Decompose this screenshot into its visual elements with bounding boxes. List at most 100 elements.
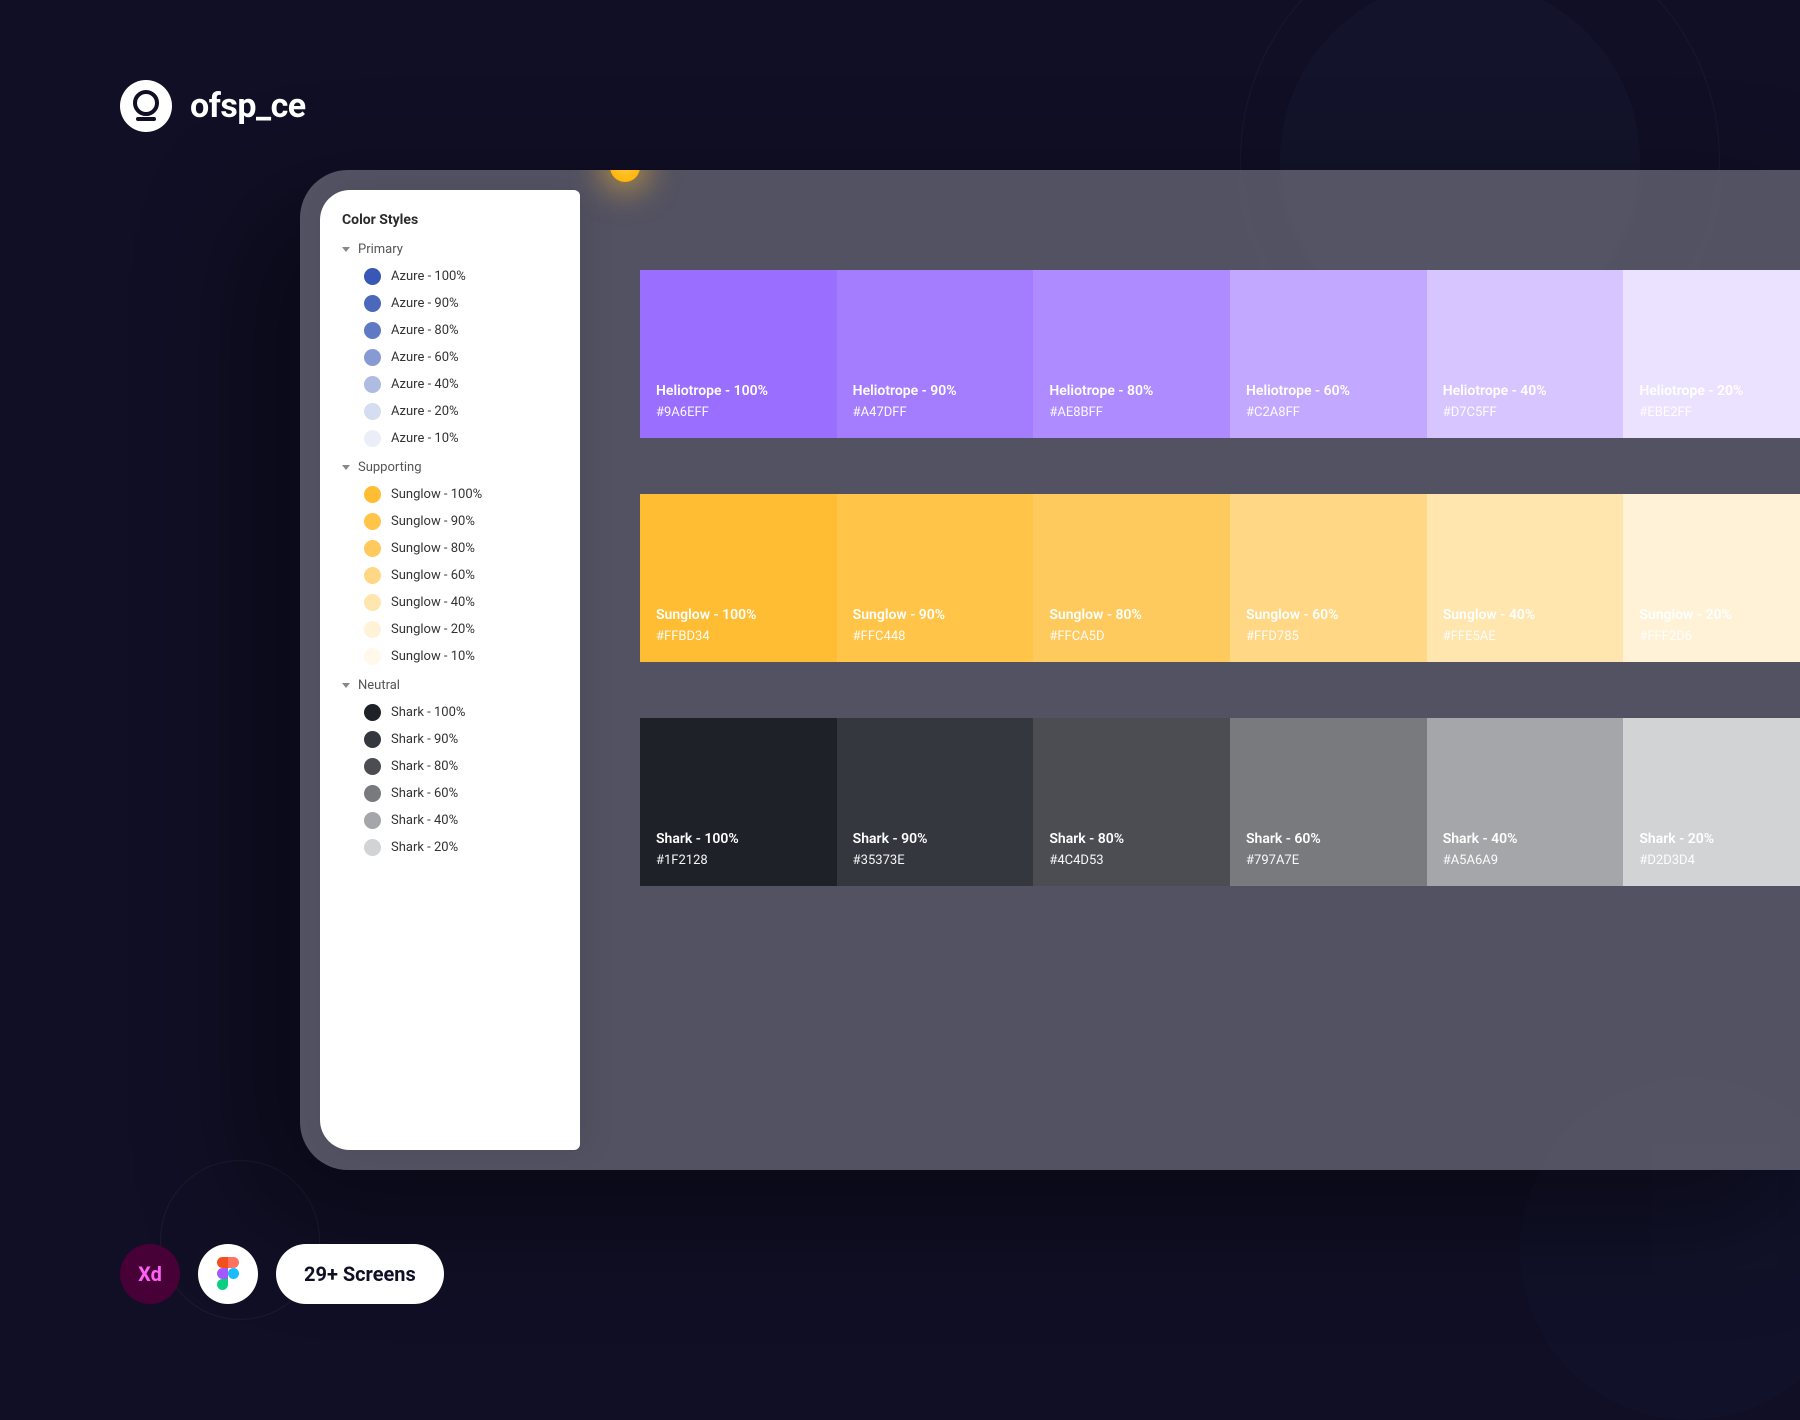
swatch[interactable]: Heliotrope - 100%#9A6EFF	[640, 270, 837, 438]
swatch[interactable]: Shark - 20%#D2D3D4	[1623, 718, 1800, 886]
swatch[interactable]: Shark - 60%#797A7E	[1230, 718, 1427, 886]
color-style-item[interactable]: Sunglow - 100%	[342, 481, 566, 508]
swatch-label: Sunglow - 20%	[1639, 607, 1800, 623]
color-swatch-icon	[364, 758, 381, 775]
swatch[interactable]: Shark - 90%#35373E	[837, 718, 1034, 886]
color-swatch-icon	[364, 812, 381, 829]
swatch[interactable]: Heliotrope - 90%#A47DFF	[837, 270, 1034, 438]
swatch-hex: #A47DFF	[853, 405, 1018, 420]
swatch-hex: #C2A8FF	[1246, 405, 1411, 420]
group-label: Primary	[358, 242, 403, 257]
color-style-item[interactable]: Sunglow - 90%	[342, 508, 566, 535]
swatch[interactable]: Shark - 40% #A5A6A9	[1427, 718, 1624, 886]
group-header-supporting[interactable]: Supporting	[342, 460, 566, 475]
swatch-label: Sunglow - 60%	[1246, 607, 1411, 623]
color-swatch-icon	[364, 430, 381, 447]
swatch[interactable]: Sunglow - 60% #FFD785	[1230, 494, 1427, 662]
swatch[interactable]: Heliotrope - 60%#C2A8FF	[1230, 270, 1427, 438]
swatch-label: Shark - 40%	[1443, 831, 1608, 847]
screens-badge: 29+ Screens	[276, 1244, 444, 1304]
swatch[interactable]: Sunglow - 80% #FFCA5D	[1033, 494, 1230, 662]
swatch-hex: #AE8BFF	[1049, 405, 1214, 420]
adobe-xd-badge: Xd	[120, 1244, 180, 1304]
design-editor-window: Color Styles Primary Azure - 100% Azure - …	[300, 170, 1800, 1170]
color-style-item[interactable]: Azure - 10%	[342, 425, 566, 452]
color-swatch-icon	[364, 540, 381, 557]
color-style-item[interactable]: Shark - 60%	[342, 780, 566, 807]
chevron-down-icon	[342, 683, 350, 688]
swatch-hex: #FFE5AE	[1443, 629, 1608, 644]
color-style-label: Sunglow - 90%	[391, 514, 475, 529]
swatch[interactable]: Heliotrope - 20% #EBE2FF	[1623, 270, 1800, 438]
color-swatch-icon	[364, 513, 381, 530]
swatch-hex: #FFCA5D	[1049, 629, 1214, 644]
color-style-item[interactable]: Azure - 80%	[342, 317, 566, 344]
color-style-label: Azure - 80%	[391, 323, 459, 338]
color-style-item[interactable]: Sunglow - 20%	[342, 616, 566, 643]
swatch[interactable]: Sunglow - 40% #FFE5AE	[1427, 494, 1624, 662]
color-style-label: Sunglow - 60%	[391, 568, 475, 583]
swatch[interactable]: Sunglow - 100%#FFBD34	[640, 494, 837, 662]
color-style-item[interactable]: Sunglow - 40%	[342, 589, 566, 616]
color-style-item[interactable]: Shark - 80%	[342, 753, 566, 780]
color-style-item[interactable]: Shark - 100%	[342, 699, 566, 726]
color-style-label: Azure - 60%	[391, 350, 459, 365]
swatch-hex: #EBE2FF	[1639, 405, 1800, 420]
chevron-down-icon	[342, 247, 350, 252]
canvas[interactable]: Heliotrope - 100%#9A6EFFHeliotrope - 90%…	[580, 170, 1800, 1170]
swatch-hex: #FFF2D6	[1639, 629, 1800, 644]
color-swatch-icon	[364, 349, 381, 366]
color-style-item[interactable]: Shark - 20%	[342, 834, 566, 861]
color-style-item[interactable]: Sunglow - 60%	[342, 562, 566, 589]
swatch-label: Sunglow - 80%	[1049, 607, 1214, 623]
color-style-label: Sunglow - 40%	[391, 595, 475, 610]
color-style-item[interactable]: Azure - 40%	[342, 371, 566, 398]
group-header-neutral[interactable]: Neutral	[342, 678, 566, 693]
color-swatch-icon	[364, 322, 381, 339]
swatch-hex: #FFD785	[1246, 629, 1411, 644]
swatch-hex: #D7C5FF	[1443, 405, 1608, 420]
sidebar-title: Color Styles	[342, 212, 566, 228]
swatch[interactable]: Sunglow - 20% #FFF2D6	[1623, 494, 1800, 662]
color-style-item[interactable]: Azure - 60%	[342, 344, 566, 371]
color-swatch-icon	[364, 567, 381, 584]
group-header-primary[interactable]: Primary	[342, 242, 566, 257]
swatch[interactable]: Heliotrope - 80%#AE8BFF	[1033, 270, 1230, 438]
swatch[interactable]: Shark - 80%#4C4D53	[1033, 718, 1230, 886]
color-style-label: Shark - 60%	[391, 786, 458, 801]
color-swatch-icon	[364, 268, 381, 285]
swatch-hex: #A5A6A9	[1443, 853, 1608, 868]
color-swatch-icon	[364, 376, 381, 393]
swatch[interactable]: Sunglow - 90% #FFC448	[837, 494, 1034, 662]
swatch-hex: #4C4D53	[1049, 853, 1214, 868]
swatch[interactable]: Shark - 100%#1F2128	[640, 718, 837, 886]
color-swatch-icon	[364, 731, 381, 748]
brand: ofsp_ce	[120, 80, 306, 132]
color-style-item[interactable]: Sunglow - 10%	[342, 643, 566, 670]
color-style-label: Azure - 100%	[391, 269, 466, 284]
swatch-hex: #9A6EFF	[656, 405, 821, 420]
swatch-label: Heliotrope - 20%	[1639, 383, 1800, 399]
color-swatch-icon	[364, 785, 381, 802]
swatch-label: Sunglow - 90%	[853, 607, 1018, 623]
color-swatch-icon	[364, 704, 381, 721]
color-style-item[interactable]: Azure - 100%	[342, 263, 566, 290]
swatch-hex: #1F2128	[656, 853, 821, 868]
swatch-hex: #FFC448	[853, 629, 1018, 644]
color-style-item[interactable]: Azure - 20%	[342, 398, 566, 425]
screens-label: 29+ Screens	[304, 1262, 416, 1286]
swatch-row-heliotrope: Heliotrope - 100%#9A6EFFHeliotrope - 90%…	[640, 270, 1800, 438]
color-swatch-icon	[364, 486, 381, 503]
color-style-item[interactable]: Shark - 40%	[342, 807, 566, 834]
color-swatch-icon	[364, 621, 381, 638]
color-style-label: Shark - 40%	[391, 813, 458, 828]
color-style-item[interactable]: Azure - 90%	[342, 290, 566, 317]
color-style-item[interactable]: Shark - 90%	[342, 726, 566, 753]
styles-sidebar: Color Styles Primary Azure - 100% Azure - …	[320, 190, 580, 1150]
color-style-label: Azure - 40%	[391, 377, 459, 392]
group-label: Supporting	[358, 460, 422, 475]
color-style-label: Sunglow - 80%	[391, 541, 475, 556]
color-style-item[interactable]: Sunglow - 80%	[342, 535, 566, 562]
swatch-label: Sunglow - 40%	[1443, 607, 1608, 623]
swatch[interactable]: Heliotrope - 40%#D7C5FF	[1427, 270, 1624, 438]
